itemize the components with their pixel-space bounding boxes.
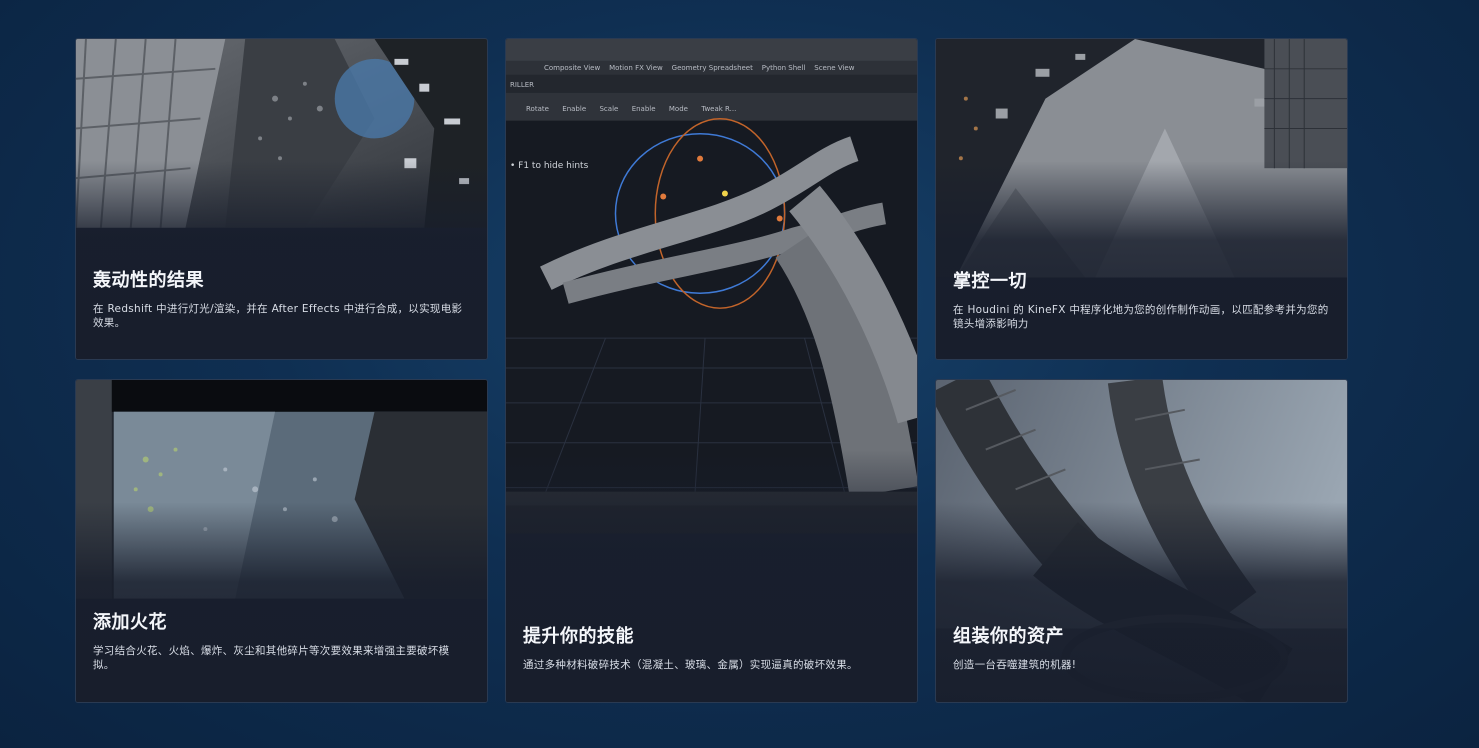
software-hint: • F1 to hide hints (510, 161, 589, 171)
feature-card-assets[interactable]: 组装你的资产 创造一台吞噬建筑的机器! (935, 379, 1348, 703)
card-title: 提升你的技能 (523, 626, 634, 647)
feature-card-control[interactable]: 掌控一切 在 Houdini 的 KineFX 中程序化地为您的创作制作动画，以… (935, 38, 1348, 360)
card-description: 通过多种材料破碎技术（混凝土、玻璃、金属）实现逼真的破坏效果。 (523, 659, 858, 671)
card-title: 组装你的资产 (953, 626, 1064, 647)
card-title: 掌控一切 (953, 271, 1027, 292)
feature-grid: 轰动性的结果 在 Redshift 中进行灯光/渲染，并在 After Effe… (0, 0, 1479, 748)
software-tab-bar: Composite View Motion FX View Geometry S… (544, 64, 855, 72)
card-title: 添加火花 (93, 612, 167, 633)
card-description: 学习结合火花、火焰、爆炸、灰尘和其他碎片等次要效果来增强主要破坏模拟。 (93, 645, 450, 671)
card-description: 创造一台吞噬建筑的机器! (953, 659, 1077, 671)
card-text: 掌控一切 在 Houdini 的 KineFX 中程序化地为您的创作制作动画，以… (953, 267, 1329, 331)
card-text: 添加火花 学习结合火花、火焰、爆炸、灰尘和其他碎片等次要效果来增强主要破坏模拟。 (93, 608, 469, 672)
software-panel-title: RILLER (510, 81, 535, 89)
card-description: 在 Redshift 中进行灯光/渲染，并在 After Effects 中进行… (93, 303, 463, 329)
feature-card-results[interactable]: 轰动性的结果 在 Redshift 中进行灯光/渲染，并在 After Effe… (75, 38, 488, 360)
software-toolbar: Rotate Enable Scale Enable Mode Tweak R.… (526, 105, 737, 113)
card-text: 轰动性的结果 在 Redshift 中进行灯光/渲染，并在 After Effe… (93, 266, 469, 330)
card-text: 组装你的资产 创造一台吞噬建筑的机器! (953, 622, 1329, 672)
feature-card-skills[interactable]: Composite View Motion FX View Geometry S… (505, 38, 918, 703)
card-description: 在 Houdini 的 KineFX 中程序化地为您的创作制作动画，以匹配参考并… (953, 304, 1329, 330)
card-title: 轰动性的结果 (93, 270, 204, 291)
card-text: 提升你的技能 通过多种材料破碎技术（混凝土、玻璃、金属）实现逼真的破坏效果。 (523, 622, 899, 672)
feature-card-sparks[interactable]: 添加火花 学习结合火花、火焰、爆炸、灰尘和其他碎片等次要效果来增强主要破坏模拟。 (75, 379, 488, 703)
